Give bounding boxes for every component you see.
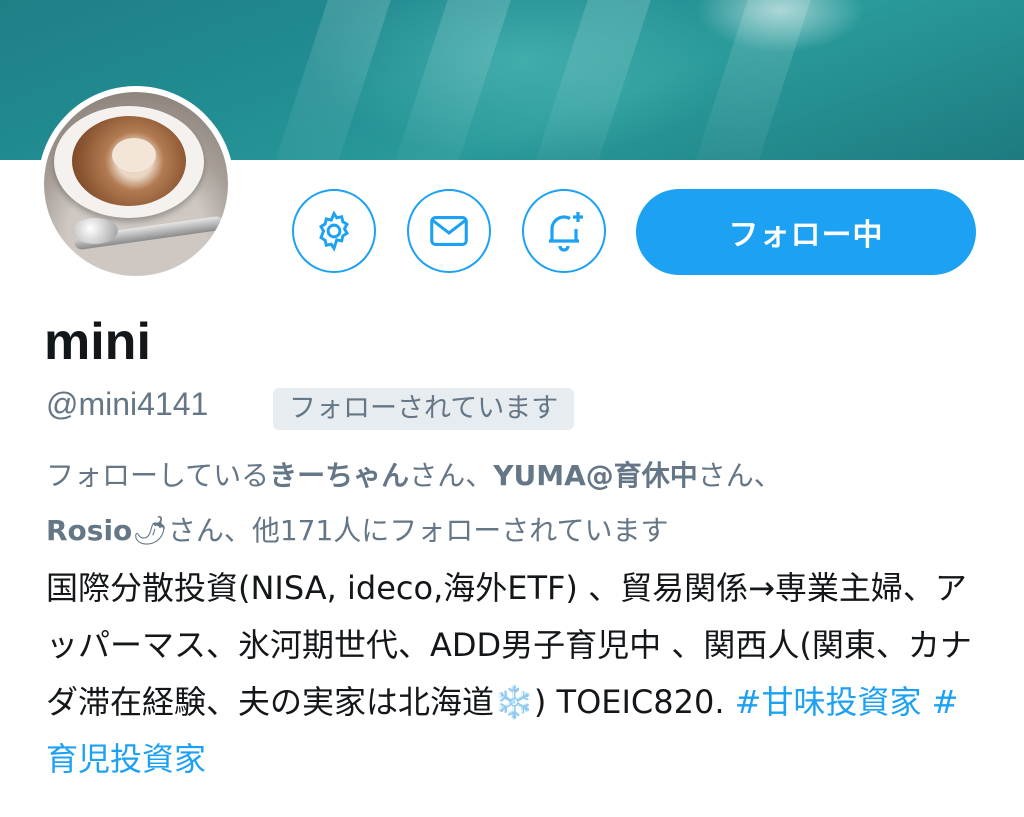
user-handle: @mini4141 — [46, 386, 209, 422]
snowflake-emoji: ❄️ — [494, 683, 534, 721]
gear-icon — [319, 210, 349, 252]
followed-by-text[interactable]: フォローしているきーちゃんさん、YUMA@育休中さん、 Rosio🌶さん、他17… — [46, 448, 986, 558]
notifications-button[interactable] — [522, 189, 606, 273]
follows-you-badge: フォローされています — [273, 388, 575, 430]
chili-pepper-emoji: 🌶 — [132, 514, 168, 547]
followed-by-user-2[interactable]: YUMA@育休中 — [493, 459, 698, 492]
avatar-image — [44, 92, 228, 276]
bio-text-2: ) TOEIC820. — [533, 683, 735, 721]
followed-by-suffix-1: さん、 — [409, 459, 494, 492]
message-button[interactable] — [407, 189, 491, 273]
followed-by-suffix-2: さん、 — [697, 459, 782, 492]
following-button[interactable]: フォロー中 — [636, 189, 976, 275]
hashtag-link-1[interactable]: #甘味投資家 — [735, 683, 922, 721]
followed-by-user-1[interactable]: きーちゃん — [269, 459, 409, 492]
followed-by-suffix-3: さん、他171人にフォローされています — [167, 514, 669, 547]
envelope-icon — [430, 216, 468, 246]
display-name: mini — [44, 313, 151, 371]
settings-button[interactable] — [292, 189, 376, 273]
followed-by-user-3[interactable]: Rosio — [46, 514, 132, 547]
followed-by-prefix: フォローしている — [46, 459, 270, 492]
profile-bio: 国際分散投資(NISA, ideco,海外ETF) 、貿易関係→専業主婦、アッパ… — [46, 560, 986, 788]
bell-plus-icon — [549, 212, 583, 252]
avatar[interactable] — [38, 86, 234, 282]
